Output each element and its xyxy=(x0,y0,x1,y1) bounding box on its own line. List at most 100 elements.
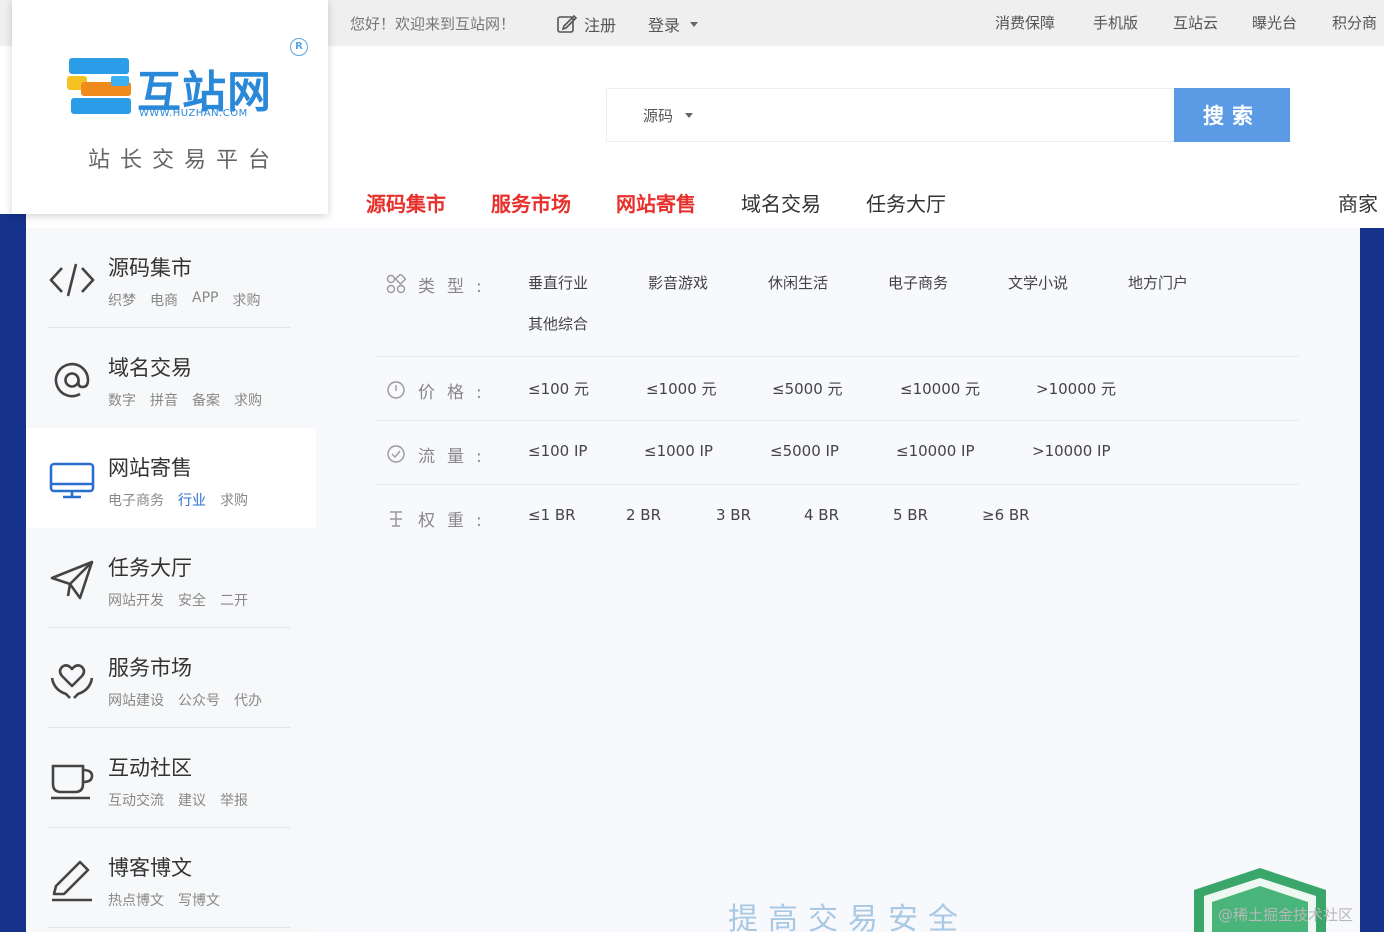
at-icon xyxy=(54,362,90,398)
topbar-link-exposure[interactable]: 曝光台 xyxy=(1252,12,1297,33)
sidebar-sub-link[interactable]: 网站开发 xyxy=(108,590,164,610)
sidebar-item-task-hall[interactable]: 任务大厅 网站开发 安全 二开 xyxy=(26,528,316,628)
sidebar-sub-link[interactable]: 电商 xyxy=(150,290,178,310)
register-link[interactable]: 注册 xyxy=(556,12,616,36)
sidebar-sub-link[interactable]: 互动交流 xyxy=(108,790,164,810)
sidebar-sub-link[interactable]: 安全 xyxy=(178,590,206,610)
filter-option[interactable]: ≤1000 IP xyxy=(644,442,770,460)
filter-option[interactable]: ≤10000 元 xyxy=(900,378,1036,399)
topbar-link-guarantee[interactable]: 消费保障 xyxy=(995,12,1055,33)
filter-option[interactable]: 其他综合 xyxy=(528,313,648,334)
traffic-icon xyxy=(387,445,405,463)
login-dropdown[interactable]: 登录 xyxy=(648,12,699,36)
topbar-link-mobile[interactable]: 手机版 xyxy=(1093,12,1138,33)
sidebar-sub-link[interactable]: 拼音 xyxy=(150,390,178,410)
filter-option[interactable]: ≤100 IP xyxy=(528,442,644,460)
sidebar-item-community[interactable]: 互动社区 互动交流 建议 举报 xyxy=(26,728,316,828)
sidebar-item-title: 网站寄售 xyxy=(108,456,192,480)
sidebar-sub-link[interactable]: 建议 xyxy=(178,790,206,810)
sidebar-sub-link[interactable]: 行业 xyxy=(178,490,206,510)
sidebar-sub-link[interactable]: 写博文 xyxy=(178,890,220,910)
filter-option[interactable]: >10000 元 xyxy=(1036,378,1156,399)
sidebar-sub-link[interactable]: 求购 xyxy=(232,290,260,310)
filter-option[interactable]: 垂直行业 xyxy=(528,272,648,293)
nav-item-source-market[interactable]: 源码集市 xyxy=(366,188,446,217)
clock-icon xyxy=(387,381,405,399)
sidebar-item-service-market[interactable]: 服务市场 网站建设 公众号 代办 xyxy=(26,628,316,728)
divider xyxy=(48,927,290,928)
monitor-icon xyxy=(49,462,95,499)
logo-mark-icon xyxy=(67,58,131,114)
sidebar-sub-link[interactable]: 公众号 xyxy=(178,690,220,710)
sidebar-item-domain-trade[interactable]: 域名交易 数字 拼音 备案 求购 xyxy=(26,328,316,428)
sidebar-sub-link[interactable]: 网站建设 xyxy=(108,690,164,710)
filter-label-price: 价格: xyxy=(418,383,494,403)
nav-item-website-sale[interactable]: 网站寄售 xyxy=(616,188,696,217)
security-banner-text: 提高交易安全 xyxy=(728,902,968,932)
search-box: 源码 xyxy=(606,88,1176,142)
code-icon xyxy=(49,263,95,297)
filter-option[interactable]: ≤5000 元 xyxy=(772,378,900,399)
filter-option[interactable]: ≤10000 IP xyxy=(896,442,1032,460)
chevron-down-icon xyxy=(690,21,699,27)
search-button[interactable]: 搜索 xyxy=(1174,88,1290,142)
sidebar-sub-link[interactable]: 数字 xyxy=(108,390,136,410)
main-nav: 源码集市 服务市场 网站寄售 域名交易 任务大厅 xyxy=(366,188,991,217)
sidebar-sub-link[interactable]: 热点博文 xyxy=(108,890,164,910)
sidebar-sub-link[interactable]: 电子商务 xyxy=(108,490,164,510)
sidebar-sub-link[interactable]: 二开 xyxy=(220,590,248,610)
nav-item-service-market[interactable]: 服务市场 xyxy=(491,188,571,217)
filter-option[interactable]: ≤1000 元 xyxy=(646,378,772,399)
sidebar-item-title: 源码集市 xyxy=(108,256,192,280)
decorative-band-left xyxy=(0,228,26,932)
sidebar-item-website-sale[interactable]: 网站寄售 电子商务 行业 求购 xyxy=(26,428,316,528)
filter-row-weight: 权重: ≤1 BR 2 BR 3 BR 4 BR 5 BR ≥6 BR xyxy=(376,506,1300,546)
nav-item-task-hall[interactable]: 任务大厅 xyxy=(866,188,946,217)
filter-option[interactable]: >10000 IP xyxy=(1032,442,1152,460)
search-input[interactable] xyxy=(717,99,1167,133)
sidebar-item-blog[interactable]: 博客博文 热点博文 写博文 xyxy=(26,828,316,928)
decorative-band-right xyxy=(1360,228,1384,932)
sidebar-item-title: 任务大厅 xyxy=(108,556,192,580)
filter-option[interactable]: ≤100 元 xyxy=(528,378,646,399)
filter-option[interactable]: 3 BR xyxy=(716,506,804,524)
nav-item-domain-trade[interactable]: 域名交易 xyxy=(741,188,821,217)
filter-option[interactable]: ≥6 BR xyxy=(982,506,1072,524)
filter-option[interactable]: 5 BR xyxy=(893,506,982,524)
logo-url: WWW.HUZHAN.COM xyxy=(139,108,248,119)
sidebar-sub-link[interactable]: 举报 xyxy=(220,790,248,810)
sidebar-sub-link[interactable]: 代办 xyxy=(234,690,262,710)
filter-option[interactable]: 文学小说 xyxy=(1008,272,1128,293)
filter-option[interactable]: 2 BR xyxy=(626,506,716,524)
chevron-down-icon xyxy=(685,113,694,118)
sidebar-sub-link[interactable]: 求购 xyxy=(220,490,248,510)
topbar-link-points[interactable]: 积分商 xyxy=(1332,12,1377,33)
logo-card[interactable]: 互站网 WWW.HUZHAN.COM R 站长交易平台 xyxy=(12,0,328,214)
nav-item-merchant[interactable]: 商家 xyxy=(1338,188,1378,217)
search-category-select[interactable]: 源码 xyxy=(643,105,694,126)
sidebar-item-source-market[interactable]: 源码集市 织梦 电商 APP 求购 xyxy=(26,228,316,328)
sidebar-item-title: 博客博文 xyxy=(108,856,192,880)
sidebar-sub-link[interactable]: APP xyxy=(192,290,218,310)
sidebar-sub-link[interactable]: 织梦 xyxy=(108,290,136,310)
filter-option[interactable]: 电子商务 xyxy=(888,272,1008,293)
topbar-link-cloud[interactable]: 互站云 xyxy=(1173,12,1218,33)
filter-option[interactable]: ≤5000 IP xyxy=(770,442,896,460)
filter-option[interactable]: 地方门户 xyxy=(1128,272,1248,293)
login-label: 登录 xyxy=(648,16,681,35)
sidebar-sub-link[interactable]: 备案 xyxy=(192,390,220,410)
cup-icon xyxy=(51,764,94,800)
sidebar-item-title: 互动社区 xyxy=(108,756,192,780)
filter-option[interactable]: ≤1 BR xyxy=(528,506,626,524)
filter-option[interactable]: 影音游戏 xyxy=(648,272,768,293)
welcome-text: 您好！欢迎来到互站网！ xyxy=(350,15,516,33)
divider xyxy=(376,420,1300,421)
sidebar-sub-link[interactable]: 求购 xyxy=(234,390,262,410)
registered-mark: R xyxy=(290,38,308,56)
edit-icon xyxy=(557,14,578,33)
filter-option[interactable]: 4 BR xyxy=(804,506,893,524)
search-category-label: 源码 xyxy=(643,107,674,125)
filter-option[interactable]: 休闲生活 xyxy=(768,272,888,293)
filter-label-type: 类型: xyxy=(418,277,494,297)
watermark: @稀土掘金技术社区 xyxy=(1218,906,1354,924)
